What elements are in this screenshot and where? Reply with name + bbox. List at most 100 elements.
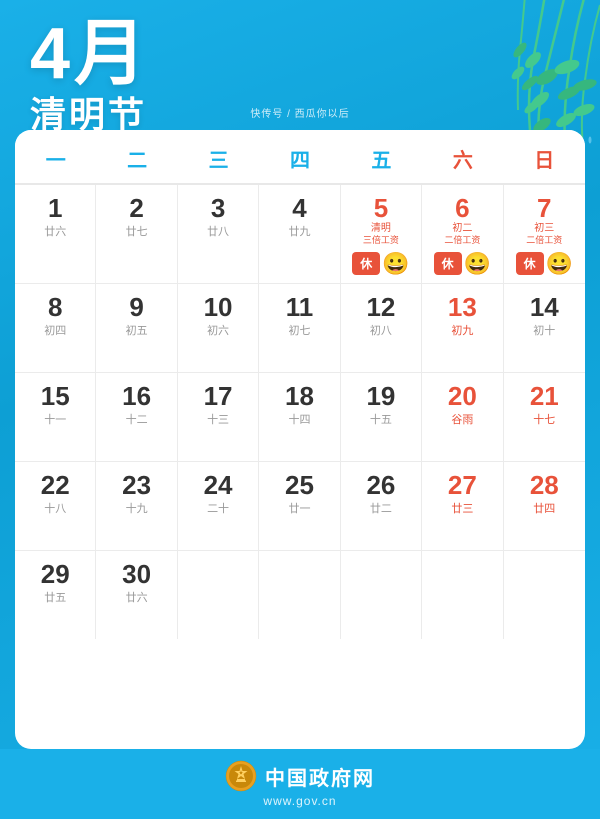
lunar-3: 廿八 — [207, 223, 229, 239]
lunar-23: 十九 — [126, 500, 148, 516]
lunar-2: 廿七 — [126, 223, 148, 239]
weekday-sun: 日 — [504, 130, 585, 183]
lunar-11: 初七 — [288, 322, 310, 338]
day-5: 5 — [374, 195, 388, 221]
day-11: 11 — [286, 294, 314, 320]
weekday-wed: 三 — [178, 130, 259, 183]
day-9: 9 — [129, 294, 143, 320]
cell-15: 15 十一 — [15, 373, 96, 461]
day-3: 3 — [211, 195, 225, 221]
lunar-28: 廿四 — [533, 500, 555, 516]
weekday-thu: 四 — [259, 130, 340, 183]
lunar-26: 廿二 — [370, 500, 392, 516]
cell-20: 20 谷雨 — [422, 373, 503, 461]
emoji-5: 😀 — [382, 251, 409, 277]
badge-row-7: 休 😀 — [516, 251, 573, 277]
day-18: 18 — [285, 383, 314, 409]
cell-empty-1 — [178, 551, 259, 639]
weekday-sat: 六 — [422, 130, 503, 183]
day-2: 2 — [129, 195, 143, 221]
day-8: 8 — [48, 294, 62, 320]
cell-empty-3 — [341, 551, 422, 639]
month-title: 4月 — [30, 18, 600, 90]
holiday-badge-6: 休 — [434, 252, 462, 275]
lunar-14: 初十 — [533, 322, 555, 338]
lunar-1: 廿六 — [44, 223, 66, 239]
day-29: 29 — [41, 561, 70, 587]
holiday-badge-7: 休 — [516, 252, 544, 275]
cell-16: 16 十二 — [96, 373, 177, 461]
cell-1: 1 廿六 — [15, 185, 96, 283]
lunar-29: 廿五 — [44, 589, 66, 605]
cell-25: 25 廿一 — [259, 462, 340, 550]
cell-30: 30 廿六 — [96, 551, 177, 639]
lunar-9: 初五 — [126, 322, 148, 338]
calendar-row-5: 29 廿五 30 廿六 — [15, 551, 585, 639]
lunar-22: 十八 — [44, 500, 66, 516]
lunar-19: 十五 — [370, 411, 392, 427]
gov-name: 中国政府网 — [265, 762, 375, 791]
weekday-mon: 一 — [15, 130, 96, 183]
cell-2: 2 廿七 — [96, 185, 177, 283]
day-4: 4 — [292, 195, 306, 221]
day-20: 20 — [448, 383, 477, 409]
calendar-body: 1 廿六 2 廿七 3 廿八 4 廿九 5 清明 三倍工资 休 — [15, 185, 585, 639]
lunar-25: 廿一 — [288, 500, 310, 516]
festival-6: 初二 — [452, 222, 472, 235]
day-17: 17 — [204, 383, 233, 409]
cell-empty-4 — [422, 551, 503, 639]
cell-26: 26 廿二 — [341, 462, 422, 550]
badge-row-6: 休 😀 — [434, 251, 491, 277]
badge-row-5: 休 😀 — [352, 251, 409, 277]
gov-url: www.gov.cn — [263, 794, 336, 808]
cell-23: 23 十九 — [96, 462, 177, 550]
lunar-21: 十七 — [533, 411, 555, 427]
cell-17: 17 十三 — [178, 373, 259, 461]
calendar-row-1: 1 廿六 2 廿七 3 廿八 4 廿九 5 清明 三倍工资 休 — [15, 185, 585, 284]
day-27: 27 — [448, 472, 477, 498]
weekday-tue: 二 — [96, 130, 177, 183]
cell-29: 29 廿五 — [15, 551, 96, 639]
day-6: 6 — [455, 195, 469, 221]
day-16: 16 — [122, 383, 151, 409]
cell-7: 7 初三 二倍工资 休 😀 — [504, 185, 585, 283]
lunar-24: 二十 — [207, 500, 229, 516]
cell-28: 28 廿四 — [504, 462, 585, 550]
cell-3: 3 廿八 — [178, 185, 259, 283]
lunar-13: 初九 — [451, 322, 473, 338]
weekday-fri: 五 — [341, 130, 422, 183]
day-23: 23 — [122, 472, 151, 498]
cell-10: 10 初六 — [178, 284, 259, 372]
cell-empty-5 — [504, 551, 585, 639]
cell-19: 19 十五 — [341, 373, 422, 461]
day-30: 30 — [122, 561, 151, 587]
day-22: 22 — [41, 472, 70, 498]
day-25: 25 — [285, 472, 314, 498]
day-21: 21 — [530, 383, 559, 409]
holiday-badge-5: 休 — [352, 252, 380, 275]
wage-6: 二倍工资 — [444, 235, 480, 247]
day-28: 28 — [530, 472, 559, 498]
wage-5: 三倍工资 — [363, 235, 399, 247]
festival-7: 初三 — [534, 222, 554, 235]
cell-4: 4 廿九 — [259, 185, 340, 283]
cell-empty-2 — [259, 551, 340, 639]
day-14: 14 — [530, 294, 559, 320]
day-19: 19 — [366, 383, 395, 409]
cell-24: 24 二十 — [178, 462, 259, 550]
day-26: 26 — [366, 472, 395, 498]
emoji-6: 😀 — [464, 251, 491, 277]
day-24: 24 — [204, 472, 233, 498]
cell-11: 11 初七 — [259, 284, 340, 372]
cell-9: 9 初五 — [96, 284, 177, 372]
gov-emblem-icon — [225, 760, 257, 792]
calendar-row-4: 22 十八 23 十九 24 二十 25 廿一 26 廿二 27 廿三 — [15, 462, 585, 551]
calendar-header: 一 二 三 四 五 六 日 — [15, 130, 585, 185]
day-13: 13 — [448, 294, 477, 320]
cell-21: 21 十七 — [504, 373, 585, 461]
cell-22: 22 十八 — [15, 462, 96, 550]
cell-12: 12 初八 — [341, 284, 422, 372]
day-1: 1 — [48, 195, 62, 221]
lunar-17: 十三 — [207, 411, 229, 427]
cell-8: 8 初四 — [15, 284, 96, 372]
